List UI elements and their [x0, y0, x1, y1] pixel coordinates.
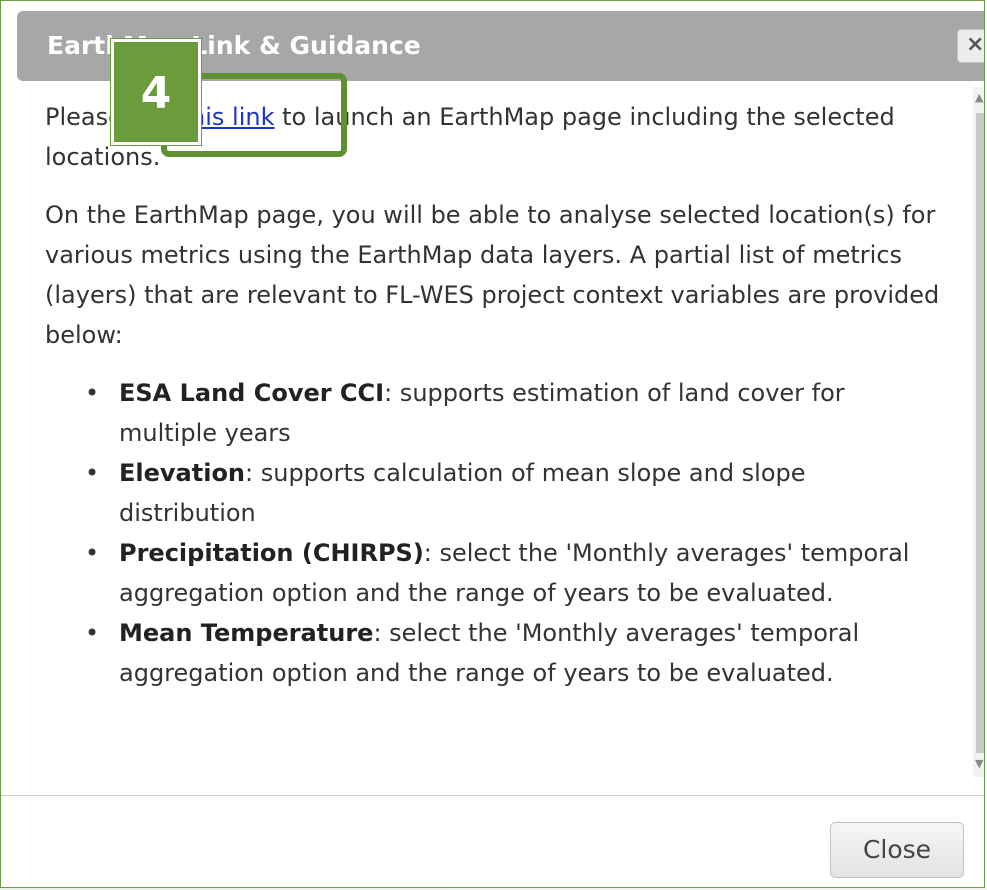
bullet-icon: • [85, 459, 100, 487]
metric-name: Elevation [119, 459, 246, 487]
chevron-up-icon[interactable]: ▲ [975, 91, 983, 104]
list-item: • Mean Temperature: select the 'Monthly … [45, 613, 943, 693]
bullet-icon: • [85, 379, 100, 407]
vertical-scrollbar[interactable]: ▲ ▼ [973, 87, 984, 777]
close-button[interactable]: Close [830, 822, 964, 878]
chevron-down-icon[interactable]: ▼ [975, 757, 983, 770]
metrics-list: • ESA Land Cover CCI: supports estimatio… [45, 373, 943, 693]
footer-divider [1, 795, 984, 796]
description-paragraph: On the EarthMap page, you will be able t… [45, 201, 940, 349]
close-icon[interactable]: × [957, 29, 985, 63]
metric-name: Precipitation (CHIRPS) [119, 539, 424, 567]
guidance-dialog: EarthMap Link & Guidance × Please use th… [0, 0, 985, 888]
metric-name: ESA Land Cover CCI [119, 379, 385, 407]
bullet-icon: • [85, 539, 100, 567]
step-number-badge: 4 [111, 39, 201, 145]
bullet-icon: • [85, 619, 100, 647]
dialog-content: Please use this link to launch an EarthM… [45, 97, 943, 777]
list-item: • Precipitation (CHIRPS): select the 'Mo… [45, 533, 943, 613]
list-item: • Elevation: supports calculation of mea… [45, 453, 943, 533]
scrollbar-thumb[interactable] [976, 113, 984, 753]
dialog-title: EarthMap Link & Guidance [47, 31, 421, 60]
close-icon-glyph: × [966, 32, 985, 57]
metric-name: Mean Temperature [119, 619, 374, 647]
list-item: • ESA Land Cover CCI: supports estimatio… [45, 373, 943, 453]
